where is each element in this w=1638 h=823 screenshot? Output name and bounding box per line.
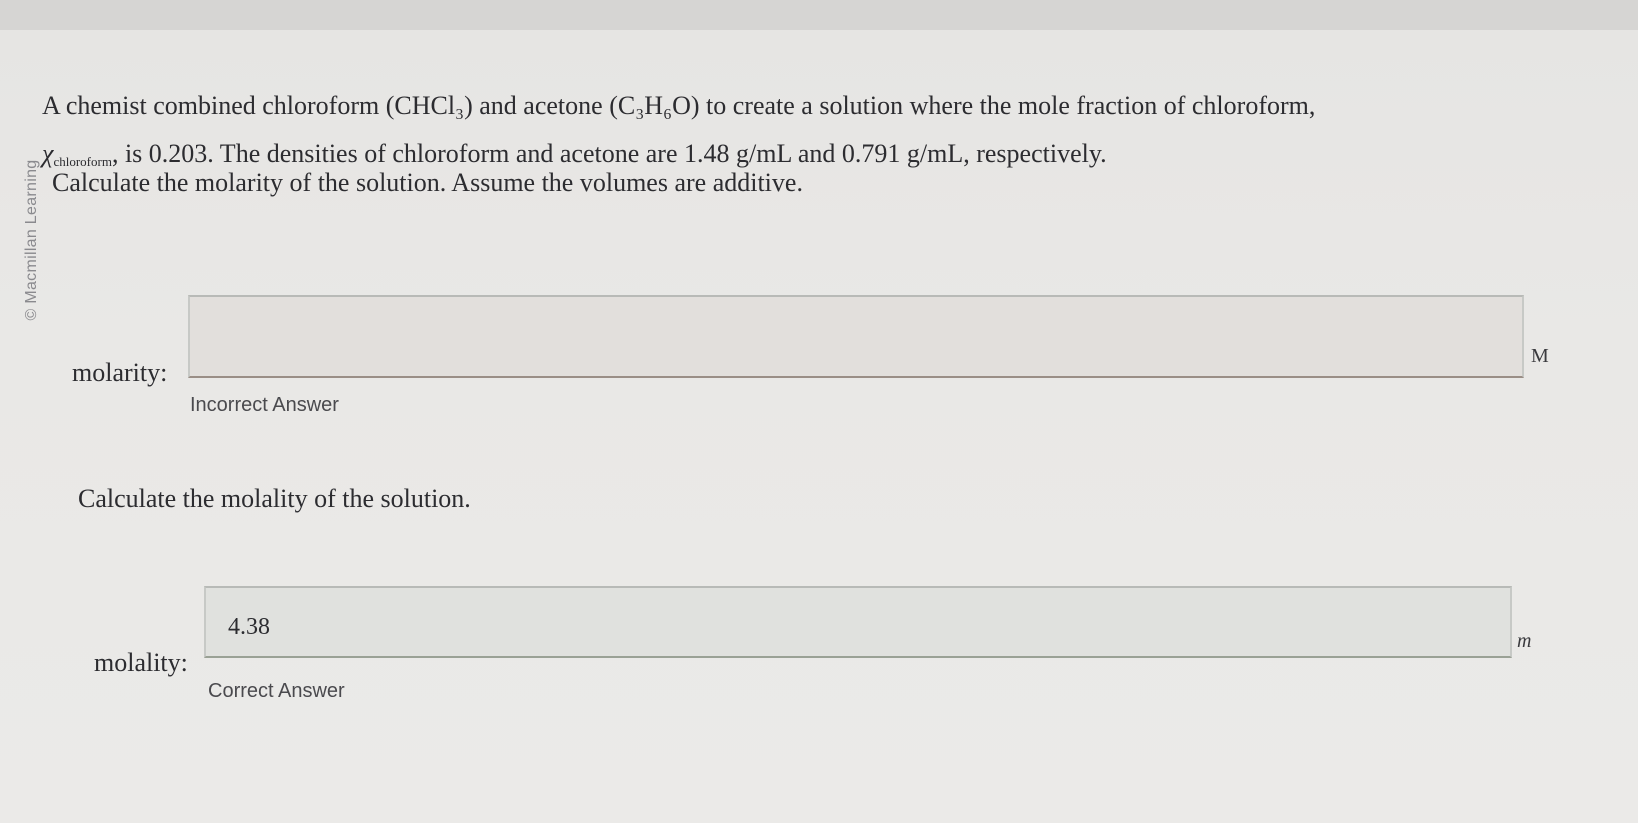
question-panel: © Macmillan Learning A chemist combined … (0, 30, 1638, 823)
question-text: A chemist combined chloroform (CHCl₃) an… (42, 82, 1602, 182)
mole-fraction-symbol: χ (42, 139, 54, 168)
mole-fraction-subscript: chloroform (53, 154, 112, 169)
molarity-prompt: Calculate the molarity of the solution. … (52, 168, 803, 197)
molality-feedback: Correct Answer (208, 680, 345, 702)
copyright-watermark-text: © Macmillan Learning (23, 159, 40, 321)
molality-input[interactable]: 4.38 (204, 586, 1512, 658)
molarity-feedback: Incorrect Answer (190, 394, 339, 416)
question-line-2-rest: , is 0.203. The densities of chloroform … (111, 139, 1107, 168)
top-strip (0, 0, 1638, 30)
molality-input-value: 4.38 (228, 614, 270, 640)
molarity-input[interactable] (188, 295, 1524, 378)
question-line-1: A chemist combined chloroform (CHCl₃) an… (42, 91, 1316, 120)
molarity-label: molarity: (72, 358, 168, 387)
copyright-watermark: © Macmillan Learning (22, 120, 42, 360)
molality-label: molality: (94, 648, 188, 677)
molality-unit: m (1517, 630, 1532, 652)
molality-prompt: Calculate the molality of the solution. (78, 484, 471, 513)
molarity-unit: M (1531, 345, 1549, 367)
